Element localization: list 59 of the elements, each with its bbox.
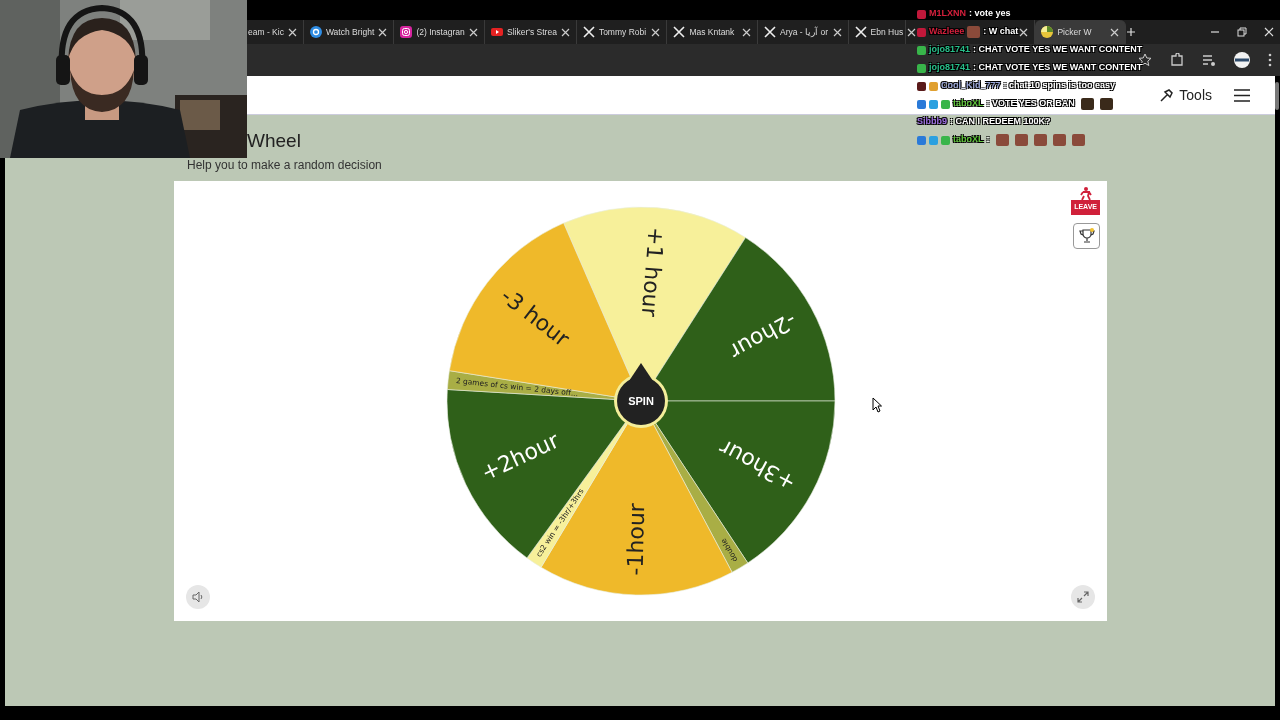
browser-tab[interactable]: Picker W bbox=[1035, 20, 1127, 44]
chat-message: : chat 10 spins is too easy bbox=[1003, 79, 1116, 93]
chat-username: M1LXNN bbox=[929, 7, 966, 21]
x-logo-icon bbox=[673, 26, 686, 38]
close-icon[interactable] bbox=[469, 27, 479, 37]
extension-icon[interactable] bbox=[1170, 53, 1184, 67]
chat-message: : vote yes bbox=[969, 7, 1011, 21]
close-icon[interactable] bbox=[651, 27, 661, 37]
segment-label: -1hour bbox=[621, 502, 649, 576]
close-icon[interactable] bbox=[1019, 27, 1029, 37]
speaker-icon bbox=[192, 591, 204, 603]
sound-button[interactable] bbox=[186, 585, 210, 609]
menu-icon[interactable] bbox=[1234, 88, 1250, 102]
page-title: Wheel bbox=[247, 131, 301, 151]
chat-message: : bbox=[986, 133, 990, 147]
chat-username: taboXL bbox=[953, 97, 984, 111]
segment-label: +1 hour bbox=[636, 226, 669, 318]
restore-icon[interactable] bbox=[1237, 27, 1248, 37]
chat-username: Cool_Kid_777 bbox=[941, 79, 1001, 93]
camera-icon bbox=[400, 26, 413, 38]
chat-username: jojo81741 bbox=[929, 43, 971, 57]
trophy-button[interactable] bbox=[1073, 223, 1100, 249]
tools-button[interactable]: Tools bbox=[1160, 84, 1212, 106]
expand-icon bbox=[1077, 591, 1089, 603]
profile-avatar[interactable] bbox=[1234, 52, 1250, 68]
chat-username: Sibbb9 bbox=[917, 115, 947, 129]
x-logo-icon bbox=[854, 26, 867, 38]
chat-message: : W chat bbox=[983, 25, 1019, 39]
close-icon[interactable] bbox=[832, 27, 842, 37]
close-icon[interactable] bbox=[560, 27, 570, 37]
play-icon bbox=[491, 26, 504, 38]
wheel-icon bbox=[1041, 26, 1054, 38]
close-icon[interactable] bbox=[742, 27, 752, 37]
hammer-icon bbox=[1160, 88, 1174, 102]
chat-username: Wazleee bbox=[929, 25, 965, 39]
trophy-icon bbox=[1078, 228, 1095, 244]
page-subtitle: Help you to make a random decision bbox=[187, 158, 382, 172]
chat-username: taboXL bbox=[953, 133, 984, 147]
close-icon[interactable] bbox=[907, 27, 917, 37]
close-icon[interactable] bbox=[378, 27, 388, 37]
chat-message: : CHAT VOTE YES WE WANT CONTENT bbox=[973, 43, 1143, 57]
x-logo-icon bbox=[582, 26, 595, 38]
walking-person-icon bbox=[1079, 187, 1092, 200]
x-logo-icon bbox=[764, 26, 777, 38]
more-icon[interactable] bbox=[1268, 53, 1272, 67]
mouse-pointer-icon bbox=[872, 397, 882, 413]
chat-message: : CHAT VOTE YES WE WANT CONTENT bbox=[973, 61, 1143, 75]
chat-message: : CAN I REDEEM 100K? bbox=[950, 115, 1051, 129]
close-icon[interactable] bbox=[1110, 27, 1120, 37]
new-tab-icon[interactable] bbox=[1126, 27, 1137, 37]
media-icon[interactable] bbox=[1202, 53, 1216, 67]
close-icon[interactable] bbox=[1264, 27, 1275, 37]
close-icon[interactable] bbox=[287, 27, 297, 37]
emote-icon bbox=[967, 26, 981, 38]
scrollbar-thumb[interactable] bbox=[1275, 82, 1279, 110]
chat-username: jojo81741 bbox=[929, 61, 971, 75]
fullscreen-button[interactable] bbox=[1071, 585, 1095, 609]
link-icon bbox=[309, 26, 322, 38]
chat-message: : VOTE YES OR BAN bbox=[986, 97, 1075, 111]
